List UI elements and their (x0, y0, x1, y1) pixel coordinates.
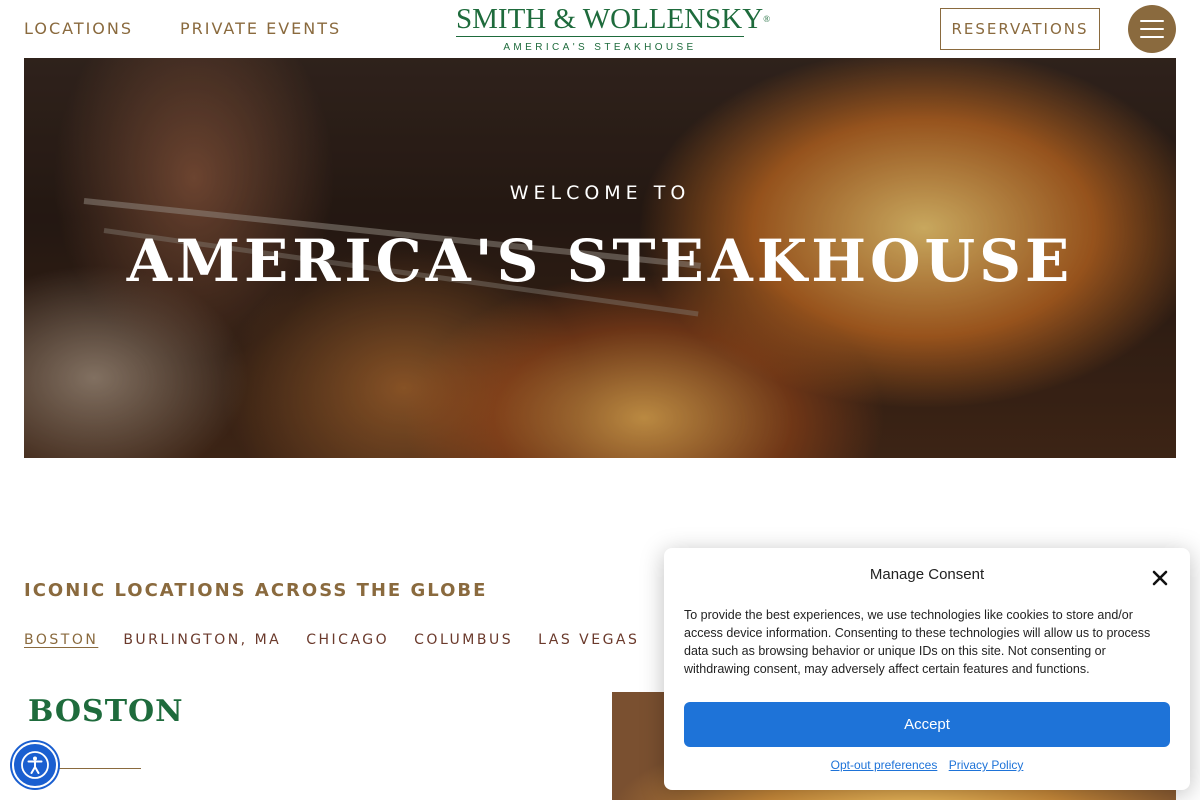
hamburger-line (1140, 28, 1164, 30)
site-logo[interactable]: SMITH & WOLLENSKY® AMERICA'S STEAKHOUSE (456, 4, 770, 54)
consent-dialog: Manage Consent To provide the best exper… (664, 548, 1190, 790)
reservations-button[interactable]: RESERVATIONS (940, 8, 1100, 50)
location-tab-las-vegas[interactable]: LAS VEGAS (538, 632, 639, 652)
hamburger-line (1140, 20, 1164, 22)
hero-welcome-text: WELCOME TO (509, 182, 691, 204)
logo-tagline: AMERICA'S STEAKHOUSE (503, 42, 697, 53)
accessibility-button[interactable] (12, 742, 58, 788)
consent-body: To provide the best experiences, we use … (684, 608, 1151, 676)
city-title: BOSTON (28, 694, 184, 729)
location-tab-boston[interactable]: BOSTON (24, 632, 98, 652)
consent-title: Manage Consent (869, 566, 985, 583)
logo-divider (456, 36, 744, 37)
logo-wordmark: SMITH & WOLLENSKY® (456, 4, 770, 34)
opt-out-preferences-link[interactable]: Opt-out preferences (831, 758, 938, 772)
location-tab-columbus[interactable]: COLUMBUS (414, 632, 513, 652)
nav-locations-link[interactable]: LOCATIONS (24, 19, 133, 38)
site-header: LOCATIONS PRIVATE EVENTS SMITH & WOLLENS… (0, 0, 1200, 58)
locations-heading: ICONIC LOCATIONS ACROSS THE GLOBE (24, 580, 488, 601)
location-tab-chicago[interactable]: CHICAGO (306, 632, 389, 652)
logo-registered-mark: ® (763, 14, 771, 24)
location-tabs: BOSTON BURLINGTON, MA CHICAGO COLUMBUS L… (24, 632, 679, 652)
privacy-policy-link[interactable]: Privacy Policy (949, 758, 1024, 772)
logo-wordmark-text: SMITH & WOLLENSKY (456, 3, 764, 35)
close-icon (1152, 570, 1168, 586)
hero-title: AMERICA'S STEAKHOUSE (126, 227, 1074, 295)
nav-private-events-link[interactable]: PRIVATE EVENTS (180, 19, 341, 38)
hamburger-menu-button[interactable] (1128, 5, 1176, 53)
consent-accept-button[interactable]: Accept (684, 702, 1170, 747)
accessibility-icon (21, 751, 49, 779)
consent-close-button[interactable] (1148, 566, 1172, 590)
hamburger-line (1140, 36, 1164, 38)
consent-links: Opt-out preferences Privacy Policy (664, 758, 1190, 772)
hero-banner: WELCOME TO AMERICA'S STEAKHOUSE (24, 58, 1176, 458)
location-tab-burlington[interactable]: BURLINGTON, MA (123, 632, 281, 652)
